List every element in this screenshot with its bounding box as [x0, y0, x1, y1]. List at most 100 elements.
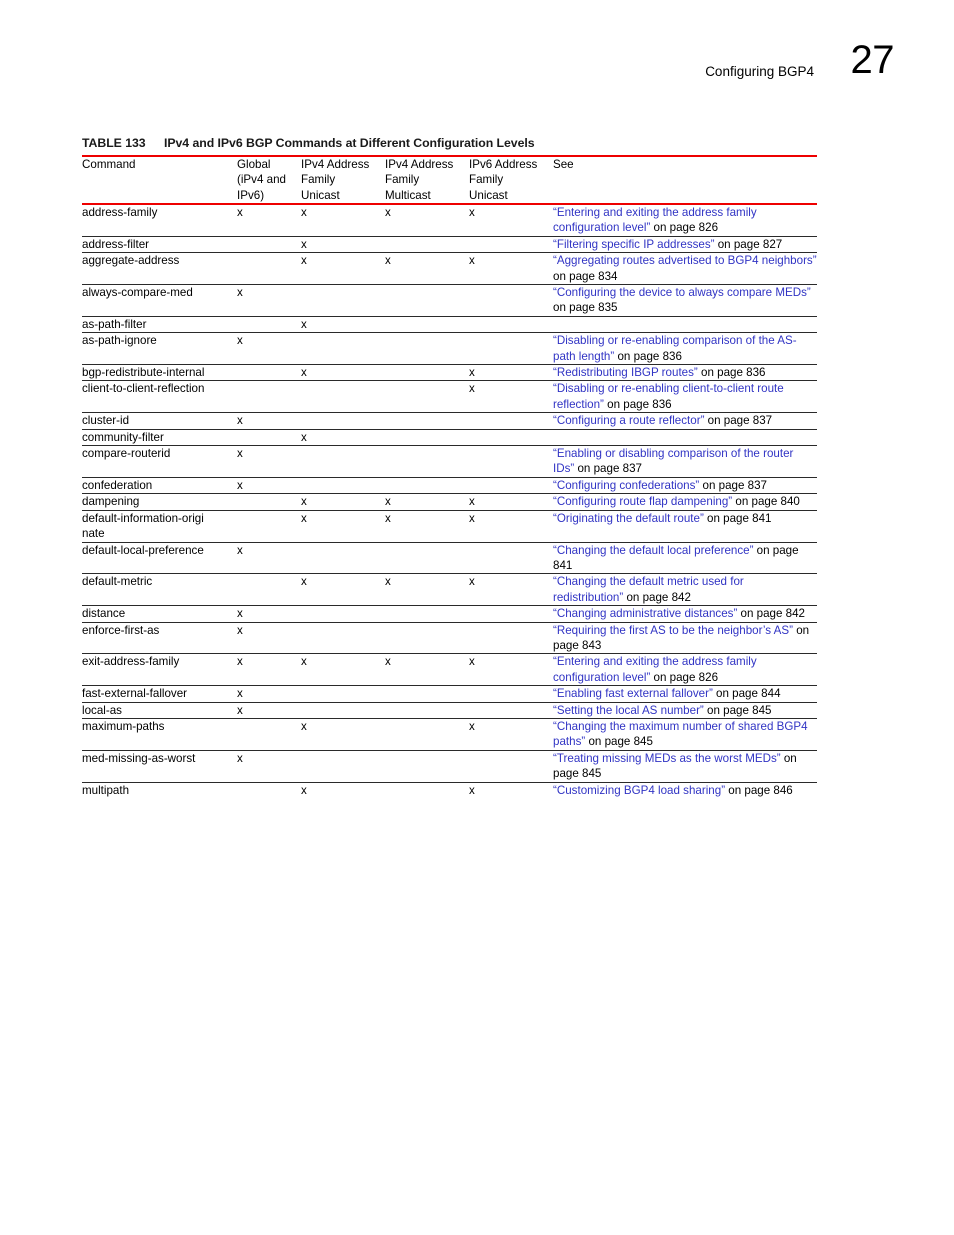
cross-reference-page: on page 827	[714, 237, 783, 251]
cell-mark-ipv4-multicast	[385, 476, 469, 494]
cell-command: default-local-preference	[82, 541, 237, 574]
cell-see-reference: “Customizing BGP4 load sharing” on page …	[553, 781, 817, 799]
cell-mark-ipv4-unicast	[301, 749, 385, 783]
cell-mark-global: x	[237, 621, 301, 654]
cell-see-reference: “Disabling or re-enabling client-to-clie…	[553, 380, 817, 413]
cell-see-reference: “Changing the default local preference” …	[553, 541, 817, 574]
cell-mark-global: x	[237, 685, 301, 703]
cell-mark-ipv4-multicast	[385, 428, 469, 446]
table-row: exit-address-family x x x x “Entering and exi…	[82, 653, 817, 686]
column-header-see: See	[553, 158, 574, 172]
cross-reference-link[interactable]: “Setting the local AS number”	[553, 704, 704, 717]
cell-mark-ipv4-multicast: x	[385, 653, 469, 686]
cross-reference-link[interactable]: “Aggregating routes advertised to BGP4 n…	[553, 254, 817, 267]
cross-reference-link[interactable]: “Treating missing MEDs as the worst MEDs…	[553, 752, 781, 765]
cross-reference-link[interactable]: “Originating the default route”	[553, 512, 704, 525]
cell-command: enforce-first-as	[82, 621, 237, 654]
cell-mark-global: x	[237, 412, 301, 430]
table-row: local-as x “Setting the local AS number” o…	[82, 701, 817, 719]
table-row: community-filter x	[82, 428, 817, 446]
cell-see-reference: “Filtering specific IP addresses” on pag…	[553, 235, 817, 253]
table-row: dampening x x x “Configuring route flap damp…	[82, 493, 817, 511]
cell-mark-global	[237, 781, 301, 799]
table-row: address-family x x x x “Entering and exiting …	[82, 205, 817, 236]
cross-reference-page: on page 836	[603, 397, 672, 411]
cross-reference-page: on page 836	[614, 349, 682, 363]
cross-reference-link[interactable]: “Redistributing IBGP routes”	[553, 366, 698, 379]
cell-mark-global: x	[237, 653, 301, 686]
cell-mark-ipv4-multicast	[385, 685, 469, 703]
cell-mark-ipv4-unicast: x	[301, 717, 385, 751]
cell-mark-ipv4-multicast	[385, 445, 469, 478]
cross-reference-link[interactable]: “Configuring route flap dampening”	[553, 495, 732, 508]
cell-command: as-path-filter	[82, 315, 237, 333]
cell-mark-ipv4-unicast: x	[301, 428, 385, 446]
cross-reference-link[interactable]: “Changing the default local preference”	[553, 544, 753, 557]
table-header-row: Command Global (iPv4 and IPv6) IPv4 Addr…	[82, 157, 817, 203]
page-number: 27	[850, 38, 895, 82]
cell-mark-ipv4-multicast	[385, 701, 469, 719]
cross-reference-link[interactable]: “Customizing BGP4 load sharing”	[553, 784, 725, 797]
commands-table-body: address-family x x x x “Entering and exiting …	[82, 205, 817, 799]
cross-reference-page: on page 826	[650, 670, 719, 684]
cell-mark-ipv6-unicast: x	[469, 573, 553, 606]
cross-reference-page: on page 835	[553, 301, 618, 315]
cross-reference-link[interactable]: “Configuring confederations”	[553, 479, 699, 492]
cell-mark-ipv6-unicast	[469, 621, 553, 654]
cell-command: compare-routerid	[82, 445, 237, 478]
commands-table: Command Global (iPv4 and IPv6) IPv4 Addr…	[82, 157, 817, 203]
cell-command: med-missing-as-worst	[82, 749, 237, 783]
cell-command: default-metric	[82, 573, 237, 606]
cross-reference-link[interactable]: “Configuring the device to always compar…	[553, 286, 811, 299]
cross-reference-page: on page 846	[725, 783, 793, 797]
cell-mark-global	[237, 315, 301, 333]
cell-mark-ipv6-unicast	[469, 605, 553, 623]
cell-see-reference: “Configuring route flap dampening” on pa…	[553, 493, 817, 511]
cell-mark-ipv4-unicast	[301, 701, 385, 719]
cell-mark-ipv4-unicast	[301, 621, 385, 654]
cell-command: maximum-paths	[82, 717, 237, 751]
cross-reference-page: on page 841	[703, 511, 772, 525]
chapter-title: Configuring BGP4	[705, 64, 814, 79]
cell-see-reference	[553, 428, 817, 446]
cell-mark-global	[237, 380, 301, 413]
cross-reference-page: on page 845	[585, 735, 653, 749]
cell-mark-global	[237, 364, 301, 381]
cell-mark-ipv4-unicast: x	[301, 653, 385, 686]
cell-mark-global: x	[237, 701, 301, 719]
cell-command: multipath	[82, 781, 237, 799]
cell-mark-ipv4-unicast	[301, 380, 385, 413]
cell-see-reference: “Entering and exiting the address family…	[553, 205, 817, 236]
cell-mark-ipv4-multicast	[385, 332, 469, 365]
cell-mark-global	[237, 573, 301, 606]
table-133-block: TABLE 133 IPv4 and IPv6 BGP Commands at D…	[82, 136, 818, 799]
column-header-global: Global (iPv4 and IPv6)	[237, 158, 286, 202]
cell-command: aggregate-address	[82, 252, 237, 285]
cell-mark-ipv6-unicast	[469, 428, 553, 446]
cell-mark-ipv4-multicast: x	[385, 573, 469, 606]
cross-reference-link[interactable]: “Configuring a route reflector”	[553, 414, 704, 427]
cell-mark-ipv6-unicast	[469, 476, 553, 494]
cross-reference-link[interactable]: “Enabling fast external fallover”	[553, 687, 713, 700]
cell-command: bgp-redistribute-internal	[82, 364, 237, 381]
table-body: address-family x x x x “Entering and exiting …	[82, 205, 817, 799]
cell-mark-ipv6-unicast	[469, 412, 553, 430]
cell-command: as-path-ignore	[82, 332, 237, 365]
table-row: client-to-client-reflection x “Disabling o…	[82, 380, 817, 413]
cross-reference-link[interactable]: “Filtering specific IP addresses”	[553, 238, 715, 251]
cross-reference-page: on page 844	[712, 687, 781, 701]
table-caption: TABLE 133 IPv4 and IPv6 BGP Commands at D…	[82, 136, 818, 150]
cell-mark-ipv6-unicast: x	[469, 653, 553, 686]
cell-mark-ipv4-unicast: x	[301, 509, 385, 543]
cell-mark-ipv6-unicast	[469, 541, 553, 574]
cross-reference-link[interactable]: “Requiring the first AS to be the neighb…	[553, 624, 793, 637]
table-row: med-missing-as-worst x “Treating missing M…	[82, 749, 817, 783]
cross-reference-link[interactable]: “Changing administrative distances”	[553, 607, 737, 620]
table-row: address-filter x “Filtering specific IP ad…	[82, 235, 817, 253]
cross-reference-page: on page 840	[732, 495, 800, 509]
table-row: aggregate-address x x x “Aggregating routes …	[82, 252, 817, 285]
table-header: Command Global (iPv4 and IPv6) IPv4 Addr…	[82, 157, 817, 203]
cell-see-reference: “Originating the default route” on page …	[553, 509, 817, 543]
cell-mark-ipv6-unicast	[469, 332, 553, 365]
table-row: fast-external-fallover x “Enabling fast ex…	[82, 685, 817, 703]
